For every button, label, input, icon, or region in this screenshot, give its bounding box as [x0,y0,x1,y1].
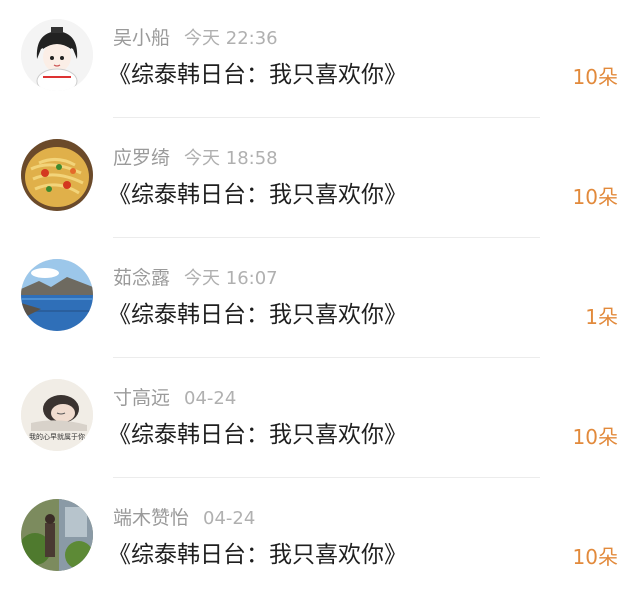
timestamp: 04-24 [203,508,256,529]
book-title[interactable]: 《综泰韩日台：我只喜欢你》 [108,538,407,572]
username[interactable]: 应罗绮 [113,147,170,169]
list-item[interactable]: 端木赞怡 04-24 《综泰韩日台：我只喜欢你》 10朵 [0,480,640,600]
avatar[interactable] [21,139,93,211]
book-title[interactable]: 《综泰韩日台：我只喜欢你》 [108,418,407,452]
avatar-caption: 我的心早就属于你 [29,433,85,441]
garden-photo-avatar-icon [21,499,93,571]
username[interactable]: 吴小船 [113,27,170,49]
timestamp: 04-24 [184,388,237,409]
flower-count: 10朵 [572,545,618,569]
flower-count: 10朵 [572,185,618,209]
avatar[interactable] [21,259,93,331]
flower-count: 10朵 [572,65,618,89]
divider [113,357,540,358]
divider [113,237,540,238]
timestamp: 今天 16:07 [184,268,278,289]
avatar[interactable]: 我的心早就属于你 [21,379,93,451]
list-item[interactable]: 茹念露 今天 16:07 《综泰韩日台：我只喜欢你》 1朵 [0,240,640,360]
divider [113,117,540,118]
list-item[interactable]: 我的心早就属于你 寸高远 04-24 《综泰韩日台：我只喜欢你》 10朵 [0,360,640,480]
item-meta: 吴小船 今天 22:36 [113,24,278,52]
item-meta: 应罗绮 今天 18:58 [113,144,278,172]
flower-count: 10朵 [572,425,618,449]
item-meta: 茹念露 今天 16:07 [113,264,278,292]
timestamp: 今天 18:58 [184,148,278,169]
timestamp: 今天 22:36 [184,28,278,49]
avatar[interactable] [21,19,93,91]
list-item[interactable]: 吴小船 今天 22:36 《综泰韩日台：我只喜欢你》 10朵 [0,0,640,120]
list-item[interactable]: 应罗绮 今天 18:58 《综泰韩日台：我只喜欢你》 10朵 [0,120,640,240]
food-noodles-avatar-icon [21,139,93,211]
avatar[interactable] [21,499,93,571]
lake-landscape-avatar-icon [21,259,93,331]
username[interactable]: 端木赞怡 [113,507,189,529]
book-title[interactable]: 《综泰韩日台：我只喜欢你》 [108,178,407,212]
username[interactable]: 茹念露 [113,267,170,289]
flower-count: 1朵 [585,305,618,329]
book-title[interactable]: 《综泰韩日台：我只喜欢你》 [108,298,407,332]
item-meta: 端木赞怡 04-24 [113,504,255,532]
book-title[interactable]: 《综泰韩日台：我只喜欢你》 [108,58,407,92]
username[interactable]: 寸高远 [113,387,170,409]
gift-record-list: 吴小船 今天 22:36 《综泰韩日台：我只喜欢你》 10朵 应罗绮 今天 18:5… [0,0,640,582]
divider [113,477,540,478]
anime-girl-avatar-icon [21,19,93,91]
item-meta: 寸高远 04-24 [113,384,236,412]
